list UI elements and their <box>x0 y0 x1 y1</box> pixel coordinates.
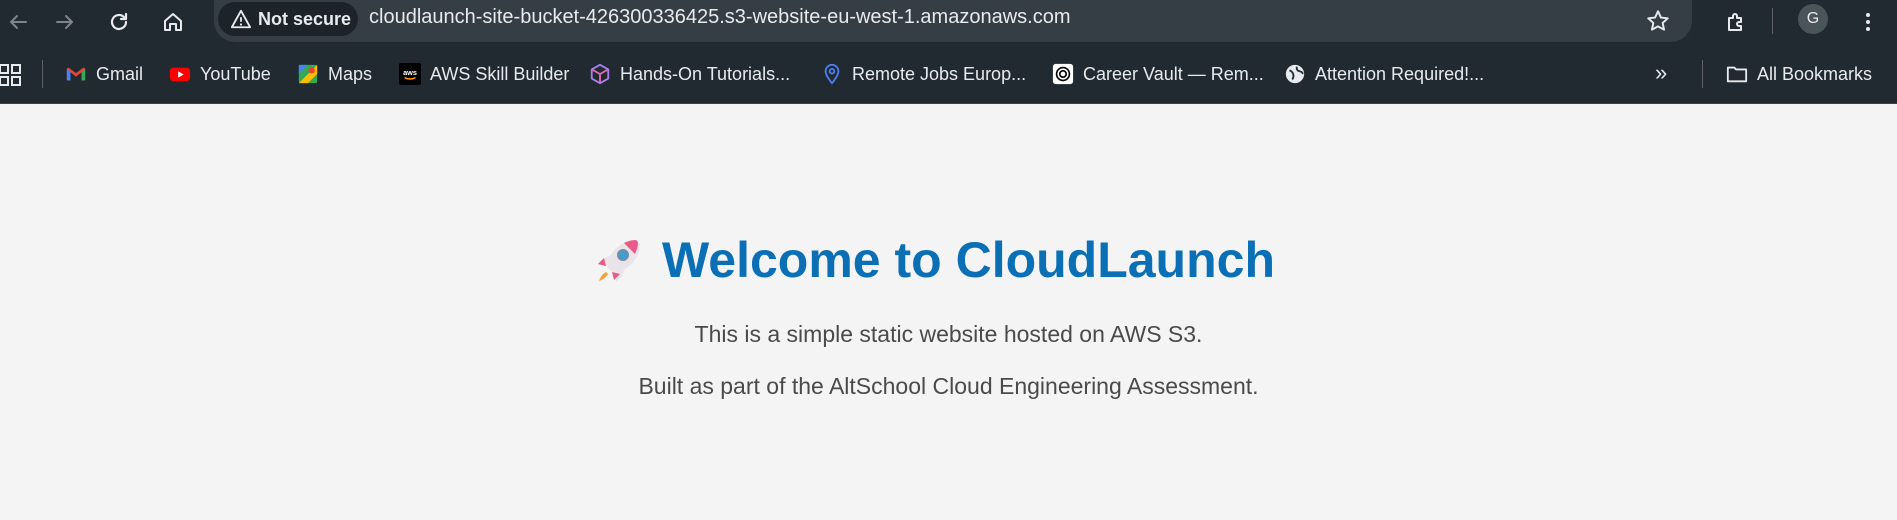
extensions-button[interactable] <box>1718 4 1754 40</box>
all-bookmarks-button[interactable]: All Bookmarks <box>1726 58 1872 90</box>
maps-icon <box>297 63 319 85</box>
reload-icon <box>110 12 128 31</box>
aws-icon: aws <box>399 63 421 85</box>
arrow-left-icon <box>9 15 27 29</box>
folder-icon <box>1726 63 1748 85</box>
bookmark-label: Gmail <box>96 63 144 84</box>
profile-avatar[interactable]: G <box>1798 4 1828 34</box>
bookmarks-bar: Gmail YouTube Maps aws AWS Skill Builder… <box>0 46 1897 104</box>
bookmark-label: AWS Skill Builder <box>430 63 570 84</box>
star-icon <box>1647 10 1669 31</box>
bookmark-hands-on-tutorials[interactable]: Hands-On Tutorials... <box>589 58 790 90</box>
bookmark-label: Maps <box>328 63 373 84</box>
more-bookmarks-button[interactable]: » <box>1655 60 1667 86</box>
apps-grid-icon[interactable] <box>0 63 22 87</box>
page-title: Welcome to CloudLaunch <box>662 232 1275 288</box>
gmail-icon <box>65 63 87 85</box>
bookmarks-divider <box>42 60 43 88</box>
bookmark-aws-skill-builder[interactable]: aws AWS Skill Builder <box>399 58 569 90</box>
bookmark-remote-jobs-europe[interactable]: Remote Jobs Europ... <box>821 58 1026 90</box>
cube-icon <box>589 63 611 85</box>
bookmark-label: YouTube <box>200 63 271 84</box>
security-chip[interactable]: Not secure <box>218 2 358 36</box>
youtube-icon <box>169 63 191 85</box>
all-bookmarks-label: All Bookmarks <box>1757 63 1873 84</box>
bookmark-label: Career Vault — Rem... <box>1083 63 1264 84</box>
location-pin-icon <box>821 63 843 85</box>
bookmark-star-button[interactable] <box>1642 5 1674 37</box>
forward-button[interactable] <box>47 4 83 40</box>
bookmark-label: Hands-On Tutorials... <box>620 63 791 84</box>
more-vertical-icon <box>1866 13 1870 31</box>
reload-button[interactable] <box>101 4 137 40</box>
globe-icon <box>1284 63 1306 85</box>
arrow-right-icon <box>56 15 74 29</box>
toolbar-divider <box>1772 8 1773 34</box>
menu-button[interactable] <box>1850 4 1886 40</box>
page-content: Welcome to CloudLaunch This is a simple … <box>0 105 1897 520</box>
bookmark-youtube[interactable]: YouTube <box>169 58 271 90</box>
security-label: Not secure <box>258 8 352 29</box>
page-heading: Welcome to CloudLaunch <box>0 231 1897 289</box>
bookmark-career-vault[interactable]: Career Vault — Rem... <box>1052 58 1264 90</box>
bookmark-maps[interactable]: Maps <box>297 58 372 90</box>
url-text[interactable]: cloudlaunch-site-bucket-426300336425.s3-… <box>369 6 1071 29</box>
assessment-text: Built as part of the AltSchool Cloud Eng… <box>638 373 1259 399</box>
back-button[interactable] <box>0 4 36 40</box>
address-bar[interactable]: Not secure cloudlaunch-site-bucket-42630… <box>214 0 1692 42</box>
warning-triangle-icon <box>230 9 252 29</box>
home-button[interactable] <box>155 4 191 40</box>
browser-toolbar: Not secure cloudlaunch-site-bucket-42630… <box>0 0 1897 46</box>
svg-text:aws: aws <box>403 68 417 77</box>
home-icon <box>164 13 182 31</box>
rocket-icon <box>598 240 640 282</box>
bookmarks-divider-2 <box>1702 60 1703 88</box>
bookmark-label: Remote Jobs Europ... <box>852 63 1027 84</box>
bookmark-label: Attention Required!... <box>1315 63 1485 84</box>
bookmark-attention-required[interactable]: Attention Required!... <box>1284 58 1484 90</box>
puzzle-icon <box>1728 13 1742 31</box>
vault-icon <box>1052 63 1074 85</box>
intro-text: This is a simple static website hosted o… <box>694 321 1203 347</box>
bookmark-gmail[interactable]: Gmail <box>65 58 143 90</box>
